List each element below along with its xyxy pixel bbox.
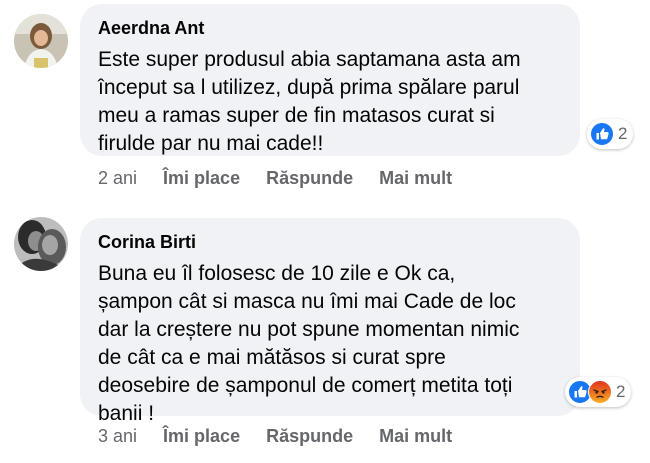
reply-button[interactable]: Răspunde — [266, 426, 353, 447]
comment-bubble: Corina Birti Buna eu îl folosesc de 10 z… — [80, 218, 580, 425]
comment-author[interactable]: Aeerdna Ant — [98, 16, 562, 40]
like-button[interactable]: Îmi place — [163, 168, 240, 189]
avatar[interactable] — [14, 14, 68, 68]
comment-timestamp[interactable]: 2 ani — [98, 168, 137, 189]
like-button[interactable]: Îmi place — [163, 426, 240, 447]
more-button[interactable]: Mai mult — [379, 168, 452, 189]
comment-actions: 3 ani Îmi place Răspunde Mai mult — [98, 426, 478, 447]
comment-text: Buna eu îl folosesc de 10 zile e Ok ca, … — [98, 262, 520, 425]
avatar[interactable] — [14, 217, 68, 271]
reaction-count: 2 — [618, 124, 628, 143]
avatar-photo — [14, 217, 68, 271]
comment-timestamp[interactable]: 3 ani — [98, 426, 137, 447]
reaction-summary[interactable]: 2 — [565, 377, 632, 407]
like-icon — [590, 122, 614, 146]
comment-author[interactable]: Corina Birti — [98, 230, 562, 254]
comment-text: Este super produsul abia saptamana asta … — [98, 48, 521, 155]
avatar-photo — [14, 14, 68, 68]
reply-button[interactable]: Răspunde — [266, 168, 353, 189]
more-button[interactable]: Mai mult — [379, 426, 452, 447]
comment-actions: 2 ani Îmi place Răspunde Mai mult — [98, 168, 478, 189]
reaction-summary[interactable]: 2 — [587, 119, 634, 149]
reaction-count: 2 — [616, 382, 626, 401]
comment-bubble: Aeerdna Ant Este super produsul abia sap… — [80, 4, 580, 156]
angry-icon — [588, 380, 612, 404]
